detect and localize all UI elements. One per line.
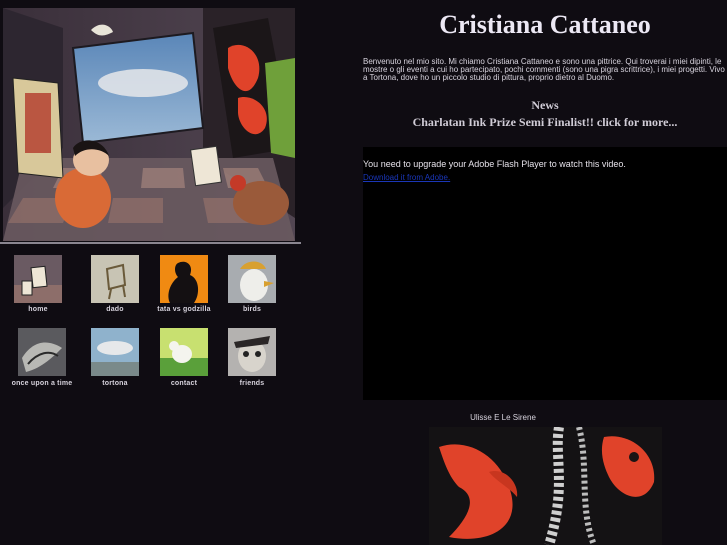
news-heading: News	[531, 98, 559, 112]
intro-line-3: a Tortona, dove ho un piccolo studio di …	[363, 73, 615, 82]
nav-dado-thumb[interactable]	[91, 255, 139, 303]
nav-tortona-label[interactable]: tortona	[75, 380, 155, 387]
nav-tata-vs-godzilla-thumb[interactable]	[160, 255, 208, 303]
nav-friends-thumb[interactable]	[228, 328, 276, 376]
ulisse-painting	[429, 427, 662, 545]
flash-upgrade-message: You need to upgrade your Adobe Flash Pla…	[363, 159, 626, 169]
flash-download-link[interactable]: Download it from Adobe.	[363, 173, 450, 182]
nav-friends-label[interactable]: friends	[212, 380, 292, 387]
nav-birds-thumb[interactable]	[228, 255, 276, 303]
nav-dado-label[interactable]: dado	[75, 306, 155, 313]
intro-text: Benvenuto nel mio sito. Mi chiamo Cristi…	[363, 58, 727, 82]
nav-tortona-thumb[interactable]	[91, 328, 139, 376]
video-caption: Ulisse E Le Sirene	[470, 413, 536, 422]
nav-home-label[interactable]: home	[0, 306, 78, 313]
flash-video-placeholder: You need to upgrade your Adobe Flash Pla…	[363, 147, 727, 400]
hero-divider	[0, 242, 301, 244]
hero-painting	[3, 8, 295, 241]
nav-contact-thumb[interactable]	[160, 328, 208, 376]
nav-once-upon-a-time-label[interactable]: once upon a time	[2, 380, 82, 387]
nav-home-thumb[interactable]	[14, 255, 62, 303]
nav-birds-label[interactable]: birds	[212, 306, 292, 313]
nav-once-upon-a-time-thumb[interactable]	[18, 328, 66, 376]
news-link[interactable]: Charlatan Ink Prize Semi Finalist!! clic…	[363, 115, 727, 130]
site-title: Cristiana Cattaneo	[439, 10, 651, 39]
